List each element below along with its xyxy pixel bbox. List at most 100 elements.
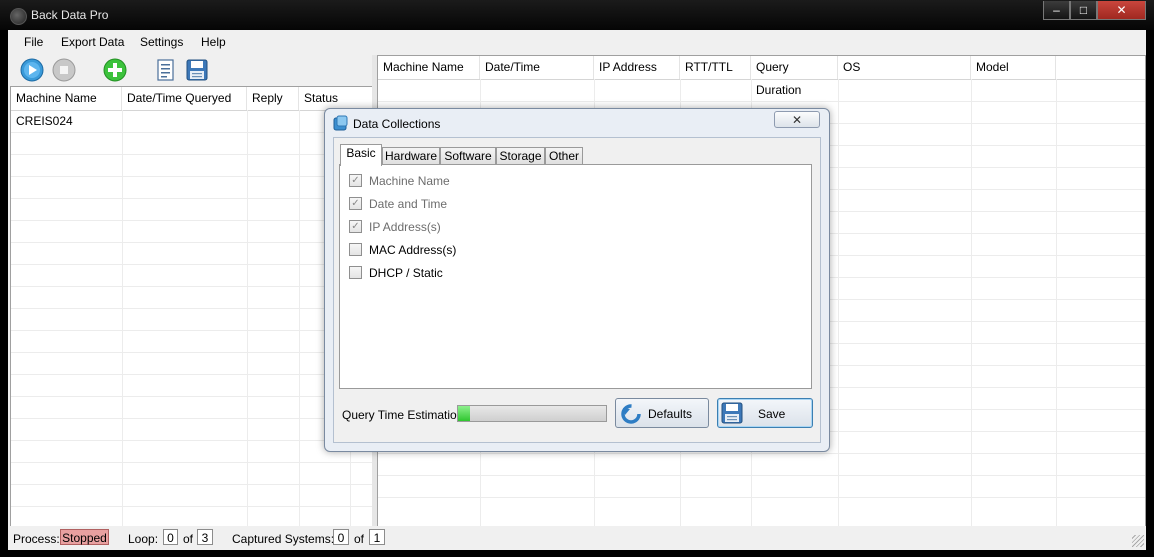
tab-other[interactable]: Other	[545, 147, 583, 165]
grid-line	[378, 475, 1145, 476]
grid-line	[378, 497, 1145, 498]
report-icon	[157, 59, 174, 81]
loop-total-value: 3	[197, 529, 213, 545]
ip-address-checkbox[interactable]: ✓	[349, 220, 362, 233]
save-icon	[186, 59, 208, 81]
grid-line	[11, 418, 373, 419]
grid-line	[122, 110, 123, 527]
resize-grip[interactable]	[1132, 535, 1144, 547]
machine-name-label: Machine Name	[369, 174, 450, 188]
tab-software[interactable]: Software	[440, 147, 496, 165]
grid-line	[11, 176, 373, 177]
grid-line	[11, 396, 373, 397]
grid-line	[11, 352, 373, 353]
machine-name-checkbox[interactable]: ✓	[349, 174, 362, 187]
close-window-button[interactable]: ✕	[1097, 1, 1146, 20]
loop-of-label: of	[183, 532, 194, 546]
add-icon	[103, 58, 127, 82]
status-bar: Process: Stopped Loop: 0 of 3 Captured S…	[8, 526, 1146, 550]
menu-settings[interactable]: Settings	[140, 35, 183, 49]
grid-line	[11, 286, 373, 287]
report-button[interactable]	[154, 58, 178, 82]
column-header-machine-name[interactable]: Machine Name	[378, 56, 480, 79]
column-header-ip-address[interactable]: IP Address	[594, 56, 680, 79]
grid-line	[1056, 79, 1057, 527]
dhcp-static-checkbox[interactable]	[349, 266, 362, 279]
grid-line	[11, 220, 373, 221]
grid-line	[971, 79, 972, 527]
loop-label: Loop:	[128, 532, 159, 546]
grid-line	[11, 462, 373, 463]
defaults-label: Defaults	[648, 407, 693, 421]
mac-address-checkbox[interactable]	[349, 243, 362, 256]
tab-hardware[interactable]: Hardware	[382, 147, 440, 165]
ip-address-label: IP Address(s)	[369, 220, 441, 234]
captured-of-label: of	[354, 532, 365, 546]
menu-file[interactable]: File	[24, 35, 43, 49]
grid-line	[11, 484, 373, 485]
dialog-close-button[interactable]: ✕	[774, 111, 820, 128]
column-header-os[interactable]: OS	[838, 56, 971, 79]
column-header-model[interactable]: Model	[971, 56, 1056, 79]
menu-bar: File Export Data Settings Help	[8, 30, 1146, 54]
grid-line	[378, 453, 1145, 454]
grid-line	[11, 264, 373, 265]
dialog-title: Data Collections	[353, 117, 441, 131]
menu-help[interactable]: Help	[201, 35, 226, 49]
date-and-time-checkbox[interactable]: ✓	[349, 197, 362, 210]
grid-line	[11, 154, 373, 155]
dhcp-static-label: DHCP / Static	[369, 266, 443, 280]
grid-line	[11, 440, 373, 441]
query-time-estimation-label: Query Time Estimation:	[342, 408, 467, 422]
mac-address-label: MAC Address(s)	[369, 243, 457, 257]
column-header-rtt-ttl[interactable]: RTT/TTL	[680, 56, 751, 79]
stop-icon	[52, 58, 76, 82]
stop-button[interactable]	[52, 58, 76, 82]
basic-tab-page: ✓ Machine Name ✓ Date and Time ✓ IP Addr…	[339, 164, 812, 389]
data-collections-dialog: Data Collections ✕ Basic Hardware Softwa…	[324, 108, 830, 452]
defaults-button[interactable]: Defaults	[615, 398, 709, 428]
query-time-progress-bar	[457, 405, 607, 422]
column-header-machine-name[interactable]: Machine Name	[11, 87, 122, 110]
loop-current-value: 0	[163, 529, 178, 545]
data-collections-icon	[333, 115, 348, 131]
grid-line	[378, 101, 1145, 102]
tab-basic[interactable]: Basic	[340, 144, 382, 166]
date-and-time-label: Date and Time	[369, 197, 448, 211]
progress-fill	[458, 406, 470, 421]
toolbar	[8, 55, 373, 85]
tab-storage[interactable]: Storage	[496, 147, 545, 165]
window-titlebar[interactable]: Back Data Pro ‒ □ ✕	[0, 0, 1154, 30]
column-header-date-time[interactable]: Date/Time	[480, 56, 594, 79]
grid-line	[11, 374, 373, 375]
minimize-button[interactable]: ‒	[1043, 1, 1070, 20]
dialog-body: Basic Hardware Software Storage Other ✓ …	[333, 137, 821, 443]
captured-total-value: 1	[369, 529, 385, 545]
add-machine-button[interactable]	[103, 58, 127, 82]
save-label: Save	[758, 407, 786, 421]
play-icon	[20, 58, 44, 82]
column-header-date-time-queryed[interactable]: Date/Time Queryed	[122, 87, 247, 110]
machine-list-grid[interactable]: Machine Name Date/Time Queryed Reply Sta…	[10, 86, 374, 528]
menu-export-data[interactable]: Export Data	[61, 35, 124, 49]
machine-name-cell[interactable]: CREIS024	[11, 114, 73, 128]
save-button[interactable]: Save	[717, 398, 813, 428]
grid-line	[11, 308, 373, 309]
refresh-icon	[621, 404, 641, 424]
captured-systems-label: Captured Systems:	[232, 532, 335, 546]
grid-line	[299, 110, 300, 527]
process-status-badge: Stopped	[60, 529, 109, 545]
maximize-button[interactable]: □	[1070, 1, 1097, 20]
save-icon	[721, 402, 743, 424]
save-toolbar-button[interactable]	[185, 58, 209, 82]
process-label: Process:	[13, 532, 60, 546]
grid-line	[11, 330, 373, 331]
grid-line	[247, 110, 248, 527]
play-button[interactable]	[20, 58, 44, 82]
column-header-query-duration[interactable]: Query Duration	[751, 56, 838, 97]
header-divider	[378, 79, 1145, 80]
column-header-reply[interactable]: Reply	[247, 87, 299, 110]
grid-line	[838, 79, 839, 527]
window-title: Back Data Pro	[31, 8, 109, 22]
column-header-status[interactable]: Status	[299, 87, 373, 110]
